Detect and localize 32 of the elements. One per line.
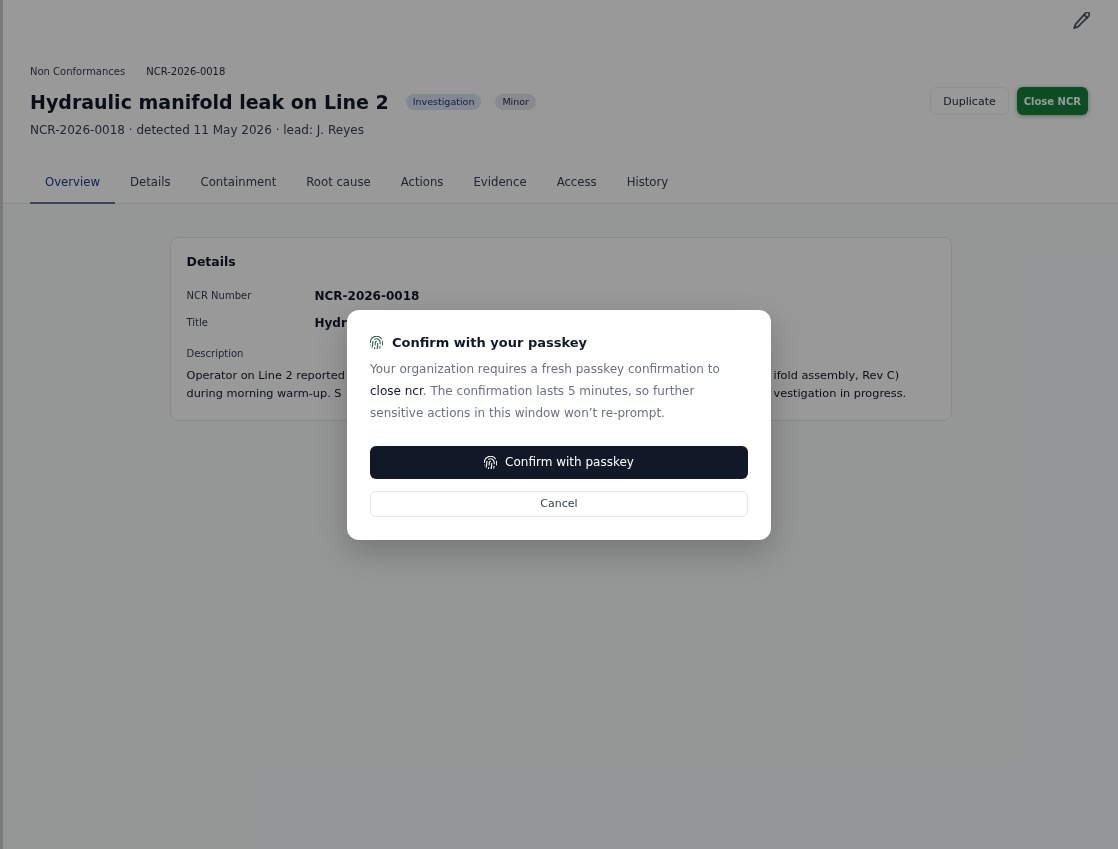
breadcrumb-current: NCR-2026-0018 xyxy=(146,65,226,79)
page-title: Hydraulic manifold leak on Line 2 xyxy=(30,90,389,115)
tab[interactable]: Containment xyxy=(185,160,292,204)
meta-text: NCR-2026-0018 · detected 11 May 2026 · lead: J. Reyes xyxy=(30,122,365,138)
secondary-button[interactable]: Duplicate xyxy=(930,87,1009,115)
field-value: Hydr xyxy=(314,315,347,331)
breadcrumb-link[interactable]: Non Conformances xyxy=(30,64,126,80)
cancel-button[interactable]: Cancel xyxy=(370,490,748,517)
field-label: Description xyxy=(186,347,244,361)
tab[interactable]: Access xyxy=(541,160,612,204)
status-badge: Investigation xyxy=(405,94,482,110)
fingerprint-icon xyxy=(484,455,498,469)
description-text: Operator on Line 2 reported xyxy=(186,368,345,384)
description-text: vestigation in progress. xyxy=(773,386,907,402)
fingerprint-icon xyxy=(370,336,383,349)
primary-button[interactable]: Close NCR xyxy=(1016,87,1088,115)
dialog-message: Your organization requires a fresh passkey confirmation to close ncr. The confirmation lasts 5 minutes, so further sensitive actions in this window won’t re-prompt. xyxy=(370,360,721,422)
card-heading: Details xyxy=(186,254,237,270)
confirm-button[interactable]: Confirm with passkey xyxy=(370,445,748,479)
dialog-title: Confirm with your passkey xyxy=(392,333,588,352)
field-value: NCR-2026-0018 xyxy=(314,288,420,304)
description-text: ifold assembly, Rev C) xyxy=(773,368,900,384)
tab[interactable]: Actions xyxy=(385,160,459,204)
description-text: during morning warm-up. S xyxy=(186,386,342,402)
tab[interactable]: Evidence xyxy=(458,160,542,204)
tab[interactable]: History xyxy=(611,160,684,204)
field-label: NCR Number xyxy=(186,289,252,303)
pencil-icon[interactable] xyxy=(1073,11,1090,29)
severity-badge: Minor xyxy=(495,94,536,110)
tab[interactable]: Details xyxy=(115,160,186,204)
field-label: Title xyxy=(186,316,208,330)
tab[interactable]: Root cause xyxy=(291,160,386,204)
